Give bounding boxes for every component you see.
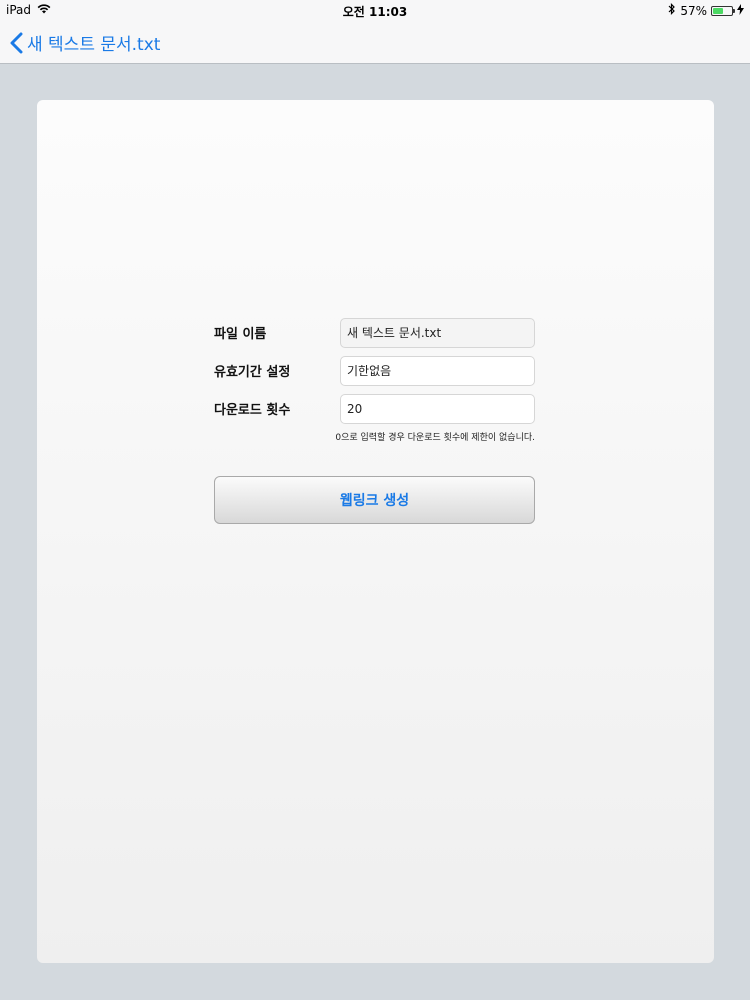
back-button[interactable]: 새 텍스트 문서.txt — [10, 30, 160, 55]
status-bar: iPad 오전 11:03 57% — [0, 0, 750, 20]
chevron-left-icon — [10, 32, 23, 54]
status-time: 오전 11:03 — [342, 5, 408, 19]
expiry-field[interactable]: 기한없음 — [340, 356, 535, 386]
filename-label: 파일 이름 — [214, 327, 267, 342]
download-count-hint: 0으로 입력할 경우 다운로드 횟수에 제한이 없습니다. — [335, 433, 535, 443]
back-title: 새 텍스트 문서.txt — [27, 35, 161, 55]
content-card — [37, 100, 714, 963]
battery-icon — [711, 5, 735, 16]
navigation-bar: 새 텍스트 문서.txt — [0, 20, 750, 64]
filename-field: 새 텍스트 문서.txt — [340, 318, 535, 348]
battery-percent: 57% — [680, 3, 707, 18]
status-right: 57% — [668, 3, 744, 18]
download-count-field[interactable]: 20 — [340, 394, 535, 424]
expiry-label: 유효기간 설정 — [214, 365, 291, 380]
charging-icon — [737, 3, 744, 18]
bluetooth-icon — [668, 3, 676, 18]
create-weblink-button[interactable]: 웹링크 생성 — [214, 476, 535, 524]
download-count-label: 다운로드 횟수 — [214, 403, 291, 418]
